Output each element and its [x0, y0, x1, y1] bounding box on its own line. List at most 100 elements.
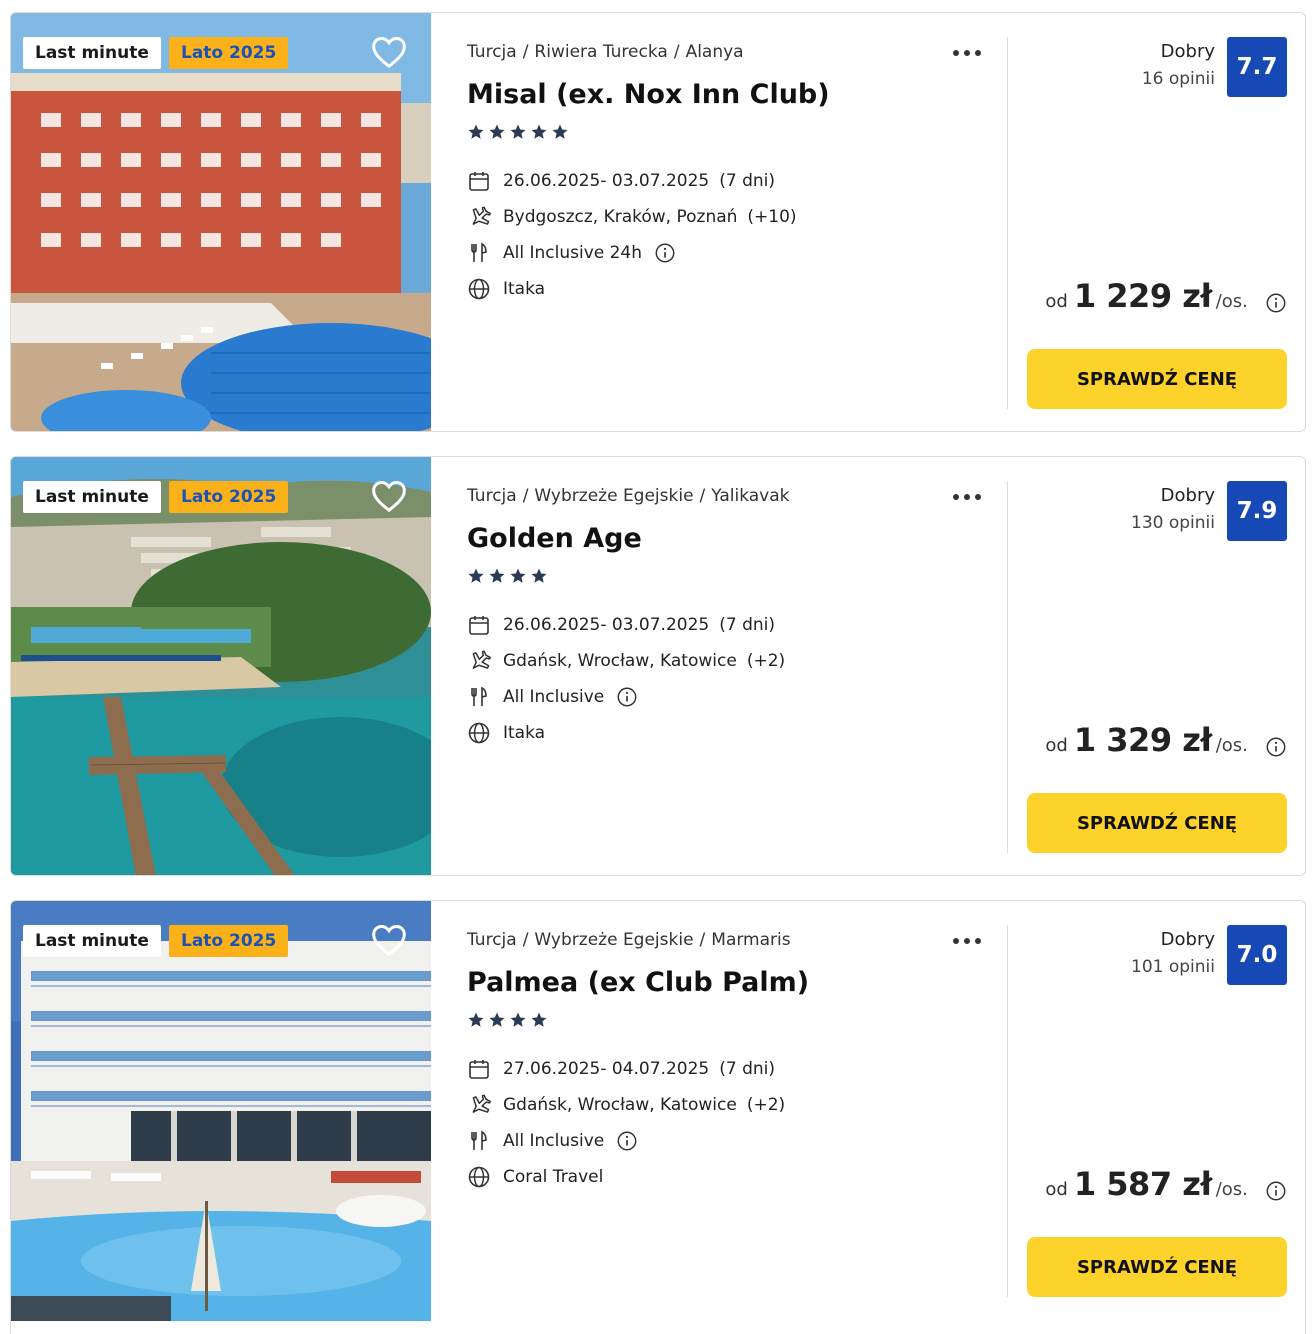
- hotel-photo[interactable]: Last minute Lato 2025: [11, 13, 431, 431]
- hotel-stars: [467, 123, 569, 141]
- duration-text: (7 dni): [719, 615, 775, 635]
- offer-info: Turcja / Riwiera Turecka / Alanya Misal (ex.…: [467, 13, 1007, 431]
- board-text: All Inclusive: [503, 687, 605, 707]
- star-icon: [510, 1012, 526, 1027]
- departures-text: Gdańsk, Wrocław, Katowice: [503, 651, 737, 671]
- operator-row: Itaka: [467, 271, 797, 307]
- breadcrumb-region[interactable]: Wybrzeże Egejskie: [534, 486, 693, 506]
- star-icon: [489, 124, 505, 139]
- check-price-button[interactable]: SPRAWDŹ CENĘ: [1027, 793, 1287, 853]
- breadcrumb-country[interactable]: Turcja: [467, 930, 517, 950]
- departures-text: Gdańsk, Wrocław, Katowice: [503, 1095, 737, 1115]
- rating-block[interactable]: Dobry 130 opinii 7.9: [1027, 481, 1287, 541]
- rating-score: 7.7: [1227, 37, 1287, 97]
- rating-block[interactable]: Dobry 16 opinii 7.7: [1027, 37, 1287, 97]
- season-badge: Lato 2025: [169, 925, 289, 957]
- review-count[interactable]: 101 opinii: [1131, 957, 1215, 977]
- price-block: od 1 329 zł/os.: [1027, 721, 1287, 765]
- calendar-icon: [469, 172, 489, 191]
- info-icon[interactable]: [616, 1130, 638, 1152]
- departures-row: Gdańsk, Wrocław, Katowice (+2): [467, 643, 785, 679]
- operator-row: Coral Travel: [467, 1159, 785, 1195]
- departures-text: Bydgoszcz, Kraków, Poznań: [503, 207, 738, 227]
- hotel-name[interactable]: Palmea (ex Club Palm): [467, 967, 809, 998]
- offer-details: 26.06.2025- 03.07.2025 (7 dni) Bydgoszcz,…: [467, 163, 797, 307]
- dates-row: 26.06.2025- 03.07.2025 (7 dni): [467, 163, 797, 199]
- star-icon: [531, 1012, 547, 1027]
- plane-icon: [472, 206, 491, 225]
- rating-block[interactable]: Dobry 101 opinii 7.0: [1027, 925, 1287, 985]
- offer-info: Turcja / Wybrzeże Egejskie / Yalikavak Golde…: [467, 457, 1007, 875]
- rating-score: 7.0: [1227, 925, 1287, 985]
- heart-icon[interactable]: [371, 923, 407, 957]
- heart-icon[interactable]: [371, 479, 407, 513]
- hotel-name[interactable]: Misal (ex. Nox Inn Club): [467, 79, 830, 110]
- hotel-name[interactable]: Golden Age: [467, 523, 642, 554]
- dates-text: 26.06.2025- 03.07.2025: [503, 171, 710, 191]
- breadcrumb-city[interactable]: Alanya: [686, 42, 744, 62]
- star-icon: [510, 568, 526, 583]
- operator-text: Coral Travel: [503, 1167, 604, 1187]
- hotel-stars: [467, 1011, 548, 1029]
- cutlery-icon: [471, 242, 487, 262]
- last-minute-badge: Last minute: [23, 37, 161, 69]
- breadcrumb: Turcja / Wybrzeże Egejskie / Yalikavak: [467, 486, 790, 506]
- departures-more[interactable]: (+2): [747, 1095, 785, 1115]
- offer-details: 26.06.2025- 03.07.2025 (7 dni) Gdańsk, Wr…: [467, 607, 785, 751]
- info-icon[interactable]: [654, 242, 676, 264]
- hotel-photo[interactable]: Last minute Lato 2025: [11, 901, 431, 1321]
- star-icon: [468, 124, 484, 139]
- star-icon: [510, 124, 526, 139]
- dates-text: 26.06.2025- 03.07.2025: [503, 615, 710, 635]
- star-icon: [468, 568, 484, 583]
- price-block: od 1 229 zł/os.: [1027, 277, 1287, 321]
- last-minute-badge: Last minute: [23, 481, 161, 513]
- breadcrumb-country[interactable]: Turcja: [467, 42, 517, 62]
- breadcrumb-city[interactable]: Yalikavak: [711, 486, 789, 506]
- board-row: All Inclusive: [467, 1123, 785, 1159]
- offer-card[interactable]: Last minute Lato 2025 Turcja / Riwiera Tur…: [10, 12, 1306, 432]
- breadcrumb-region[interactable]: Wybrzeże Egejskie: [534, 930, 693, 950]
- breadcrumb-country[interactable]: Turcja: [467, 486, 517, 506]
- check-price-button[interactable]: SPRAWDŹ CENĘ: [1027, 1237, 1287, 1297]
- hotel-stars: [467, 567, 548, 585]
- departures-more[interactable]: (+2): [747, 651, 785, 671]
- dates-row: 26.06.2025- 03.07.2025 (7 dni): [467, 607, 785, 643]
- info-icon[interactable]: [1265, 292, 1287, 314]
- star-icon: [489, 568, 505, 583]
- star-icon: [468, 1012, 484, 1027]
- offer-card[interactable]: Last minute Lato 2025 Turcja / Wybrzeże Eg…: [10, 900, 1306, 1334]
- price-block: od 1 587 zł/os.: [1027, 1165, 1287, 1209]
- review-count[interactable]: 130 opinii: [1131, 513, 1215, 533]
- breadcrumb-city[interactable]: Marmaris: [711, 930, 790, 950]
- info-icon[interactable]: [616, 686, 638, 708]
- more-dots-icon[interactable]: [951, 933, 983, 949]
- heart-icon[interactable]: [371, 35, 407, 69]
- duration-text: (7 dni): [719, 1059, 775, 1079]
- card-divider: [1007, 925, 1008, 1297]
- breadcrumb: Turcja / Wybrzeże Egejskie / Marmaris: [467, 930, 791, 950]
- breadcrumb-region[interactable]: Riwiera Turecka: [534, 42, 667, 62]
- review-count[interactable]: 16 opinii: [1142, 69, 1215, 89]
- operator-text: Itaka: [503, 279, 546, 299]
- price-unit: /os.: [1215, 1179, 1248, 1200]
- offer-card[interactable]: Last minute Lato 2025 Turcja / Wybrzeże Eg…: [10, 456, 1306, 876]
- info-icon[interactable]: [1265, 736, 1287, 758]
- offer-info: Turcja / Wybrzeże Egejskie / Marmaris Palmea…: [467, 901, 1007, 1334]
- price-prefix: od: [1045, 291, 1068, 312]
- check-price-button[interactable]: SPRAWDŹ CENĘ: [1027, 349, 1287, 409]
- hotel-photo[interactable]: Last minute Lato 2025: [11, 457, 431, 875]
- price-unit: /os.: [1215, 735, 1248, 756]
- star-icon: [531, 568, 547, 583]
- cutlery-icon: [471, 686, 487, 706]
- star-icon: [489, 1012, 505, 1027]
- board-row: All Inclusive 24h: [467, 235, 797, 271]
- departures-more[interactable]: (+10): [747, 207, 796, 227]
- rating-label: Dobry: [1160, 41, 1215, 62]
- more-dots-icon[interactable]: [951, 489, 983, 505]
- info-icon[interactable]: [1265, 1180, 1287, 1202]
- more-dots-icon[interactable]: [951, 45, 983, 61]
- operator-row: Itaka: [467, 715, 785, 751]
- board-text: All Inclusive: [503, 1131, 605, 1151]
- board-text: All Inclusive 24h: [503, 243, 643, 263]
